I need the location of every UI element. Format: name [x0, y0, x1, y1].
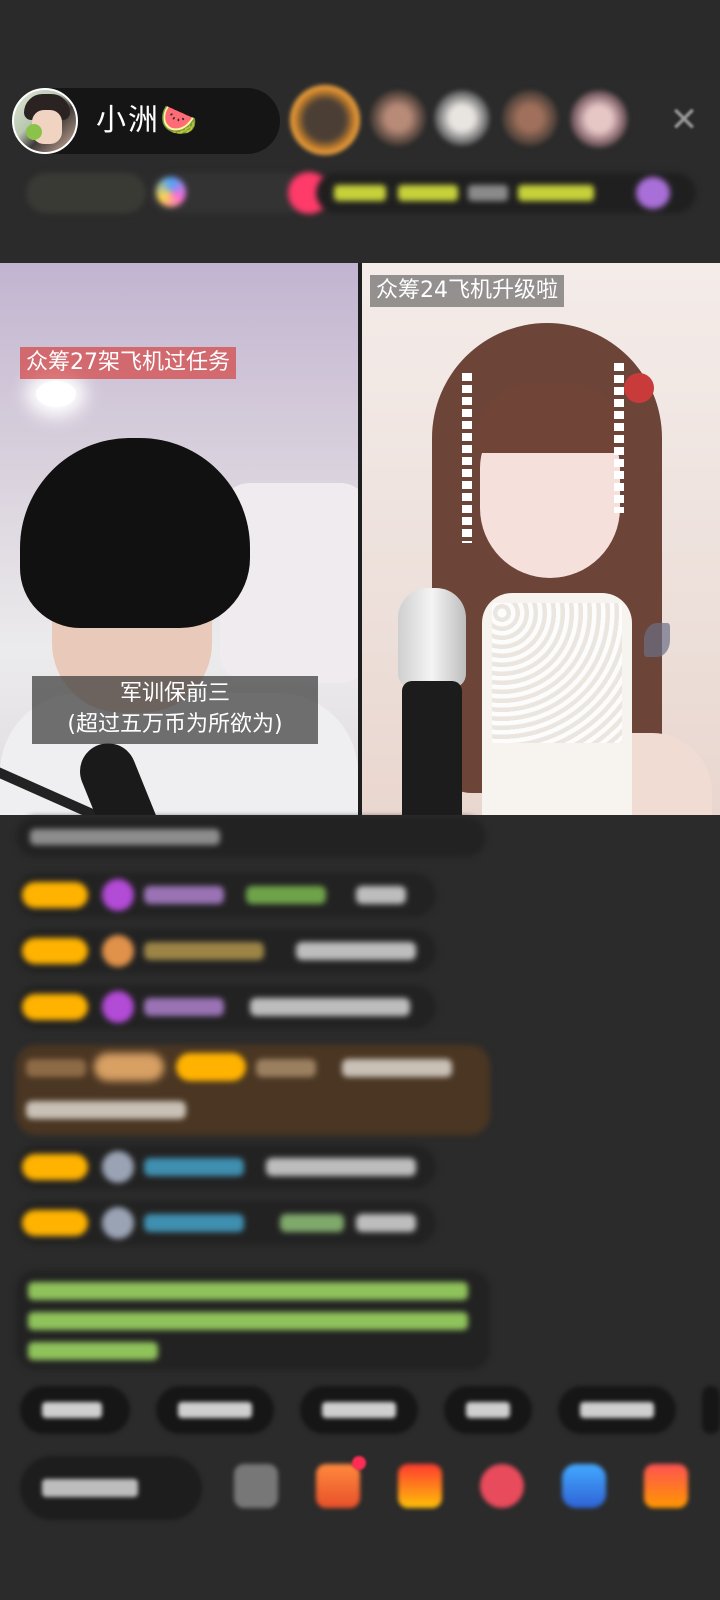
chat-message[interactable]	[16, 985, 436, 1029]
viewer-avatar[interactable]	[370, 90, 426, 146]
viewer-avatar[interactable]	[290, 85, 360, 155]
video-pane-right[interactable]	[362, 263, 720, 815]
left-caption: 军训保前三 (超过五万币为所欲为)	[32, 676, 318, 744]
bottom-toolbar	[0, 1448, 720, 1528]
notification-dot	[352, 1456, 366, 1470]
right-task-banner: 众筹24飞机升级啦	[370, 275, 564, 307]
viewer-avatar[interactable]	[570, 90, 628, 148]
host-name: 小洲🍉	[96, 103, 200, 138]
quick-reply-chip[interactable]	[156, 1386, 274, 1434]
rank-badge[interactable]	[26, 173, 146, 213]
announcement-banner[interactable]	[316, 173, 696, 213]
system-notice	[16, 1270, 490, 1370]
microphone-icon	[398, 588, 466, 688]
viewer-avatar[interactable]	[434, 90, 490, 146]
quick-reply-chip[interactable]	[300, 1386, 418, 1434]
chat-message[interactable]	[16, 1201, 436, 1245]
chat-list[interactable]	[0, 815, 720, 1370]
host-avatar[interactable]	[12, 88, 78, 154]
quick-reply-chip[interactable]	[558, 1386, 676, 1434]
left-caption-line1: 军训保前三	[119, 681, 230, 706]
chat-message[interactable]	[16, 929, 436, 973]
like-icon[interactable]	[480, 1464, 524, 1508]
viewer-avatar[interactable]	[502, 90, 558, 146]
quick-reply-chip[interactable]	[20, 1386, 130, 1434]
close-icon[interactable]: ✕	[664, 100, 704, 140]
chat-message[interactable]	[16, 873, 436, 917]
shop-icon[interactable]	[316, 1464, 360, 1508]
vip-message[interactable]	[16, 1045, 490, 1135]
quick-reply-bar	[0, 1386, 720, 1436]
host-info-pill[interactable]: 小洲🍉	[12, 88, 280, 154]
more-icon[interactable]	[234, 1464, 278, 1508]
system-message	[16, 817, 486, 857]
badge-row	[20, 170, 700, 216]
hour-rank-badge[interactable]	[150, 173, 310, 213]
quick-reply-chip[interactable]	[702, 1386, 720, 1434]
status-bar-area	[0, 0, 720, 80]
left-task-banner: 众筹27架飞机过任务	[20, 347, 236, 379]
share-icon[interactable]	[562, 1464, 606, 1508]
activity-icon[interactable]	[644, 1464, 688, 1508]
gift-icon[interactable]	[398, 1464, 442, 1508]
chat-input[interactable]	[20, 1456, 202, 1520]
left-caption-line2: (超过五万币为所欲为)	[67, 712, 283, 737]
quick-reply-chip[interactable]	[444, 1386, 532, 1434]
chat-message[interactable]	[16, 1145, 436, 1189]
